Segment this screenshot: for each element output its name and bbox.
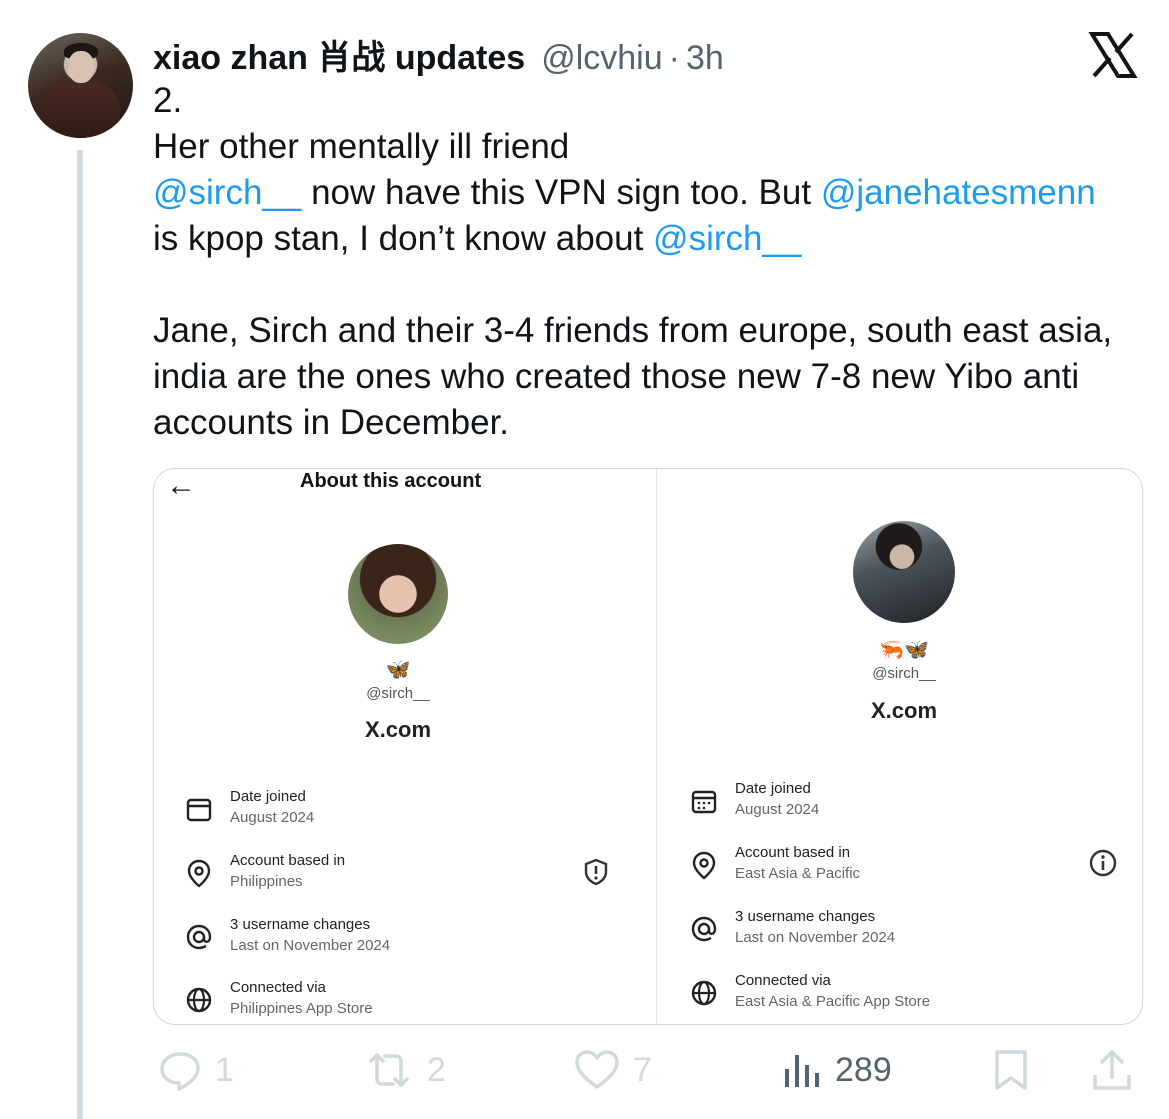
info-row-connected-via: Connected via East Asia & Pacific App St…: [689, 972, 1109, 1016]
globe-icon: [186, 987, 212, 1013]
separator-dot: ·: [668, 39, 680, 77]
row-label: 3 username changes: [735, 908, 876, 925]
account-handle: @sirch__: [366, 685, 430, 702]
tweet-line: is kpop stan, I don’t know about @sirch_…: [153, 216, 1143, 262]
tweet-paragraph: Jane, Sirch and their 3-4 friends from e…: [153, 311, 1113, 442]
view-count: 289: [835, 1050, 892, 1089]
about-title: About this account: [300, 470, 482, 492]
heart-icon: [575, 1050, 619, 1089]
account-handle: @sirch__: [872, 665, 936, 682]
like-button[interactable]: 7: [573, 1040, 652, 1100]
row-value: Last on November 2024: [230, 937, 391, 954]
row-label: Date joined: [735, 780, 811, 797]
shrimp-butterfly-emoji: 🦐🦋: [879, 639, 929, 661]
row-label: Connected via: [230, 979, 326, 996]
author-handle[interactable]: @lcvhiu: [541, 39, 662, 78]
info-row-date-joined: Date joined August 2024: [184, 788, 604, 832]
mention-link[interactable]: @sirch__: [653, 219, 801, 258]
info-row-account-based: Account based in Philippines: [184, 852, 604, 896]
bookmark-button[interactable]: [991, 1040, 1031, 1100]
site-label: X.com: [364, 717, 432, 742]
bookmark-icon: [995, 1050, 1027, 1090]
reply-icon: [160, 1052, 200, 1091]
tweet-header: xiao zhan 肖战 updates @lcvhiu · 3h: [153, 30, 724, 77]
info-icon[interactable]: [1088, 848, 1118, 878]
row-value: August 2024: [230, 809, 315, 826]
row-value: East Asia & Pacific App Store: [735, 993, 931, 1010]
repost-button[interactable]: 2: [363, 1040, 446, 1100]
about-account-panel-left: ← About this account 🦋 @sirch__ X.com Da…: [154, 469, 656, 1024]
row-label: 3 username changes: [230, 916, 371, 933]
tweet-text: 2. Her other mentally ill friend @sirch_…: [153, 78, 1143, 446]
reply-button[interactable]: 1: [157, 1040, 234, 1100]
calendar-icon: [691, 790, 717, 814]
info-row-connected-via: Connected via Philippines App Store: [184, 979, 604, 1023]
thread-line: [77, 150, 83, 1119]
shield-alert-icon[interactable]: [581, 857, 611, 887]
location-pin-icon: [187, 859, 211, 888]
row-value: August 2024: [735, 801, 820, 818]
row-label: Connected via: [735, 972, 831, 989]
at-sign-icon: [691, 916, 717, 942]
row-label: Date joined: [230, 788, 306, 805]
row-value: Philippines App Store: [230, 1000, 373, 1017]
info-row-date-joined: Date joined August 2024: [689, 780, 1109, 824]
views-chart-icon: [785, 1055, 819, 1087]
row-label: Account based in: [735, 844, 851, 861]
row-value: Last on November 2024: [735, 929, 896, 946]
arrow-left-icon: ←: [166, 469, 196, 502]
about-account-panel-right: 🦐🦋 @sirch__ X.com Date joined August 202…: [657, 469, 1142, 1024]
mention-link[interactable]: @sirch__: [153, 173, 301, 212]
share-icon: [1093, 1050, 1131, 1090]
row-value: Philippines: [230, 873, 303, 890]
author-avatar[interactable]: [28, 33, 133, 138]
calendar-icon: [186, 798, 212, 822]
views-button[interactable]: 289: [783, 1040, 892, 1100]
profile-picture: [348, 544, 448, 644]
share-button[interactable]: [1089, 1040, 1135, 1100]
reply-count: 1: [215, 1050, 234, 1089]
repost-icon: [369, 1053, 409, 1087]
repost-count: 2: [427, 1050, 446, 1089]
info-row-account-based: Account based in East Asia & Pacific: [689, 844, 1109, 888]
butterfly-emoji: 🦋: [385, 659, 411, 681]
tweet-time[interactable]: 3h: [686, 39, 724, 78]
tweet-line: @sirch__ now have this VPN sign too. But…: [153, 170, 1143, 216]
tweet-fragment: now have this VPN sign too. But: [301, 173, 821, 212]
row-value: East Asia & Pacific: [735, 865, 861, 882]
at-sign-icon: [186, 924, 212, 950]
attached-image[interactable]: ← About this account 🦋 @sirch__ X.com Da…: [153, 468, 1143, 1025]
author-name[interactable]: xiao zhan 肖战 updates: [153, 30, 525, 79]
globe-icon: [691, 980, 717, 1006]
location-pin-icon: [692, 851, 716, 880]
site-label: X.com: [870, 698, 938, 723]
info-row-username-changes: 3 username changes Last on November 2024: [689, 908, 1109, 952]
like-count: 7: [633, 1050, 652, 1089]
profile-picture: [853, 521, 955, 623]
tweet-line: 2.: [153, 81, 183, 120]
mention-link[interactable]: @janehatesmenn: [821, 173, 1096, 212]
tweet-fragment: is kpop stan, I don’t know about: [153, 219, 654, 258]
tweet-line: Her other mentally ill friend: [153, 127, 570, 166]
row-label: Account based in: [230, 852, 346, 869]
x-logo-icon[interactable]: [1088, 30, 1138, 80]
tweet-actions: 1 2 7 289: [153, 1040, 1143, 1100]
info-row-username-changes: 3 username changes Last on November 2024: [184, 916, 604, 960]
